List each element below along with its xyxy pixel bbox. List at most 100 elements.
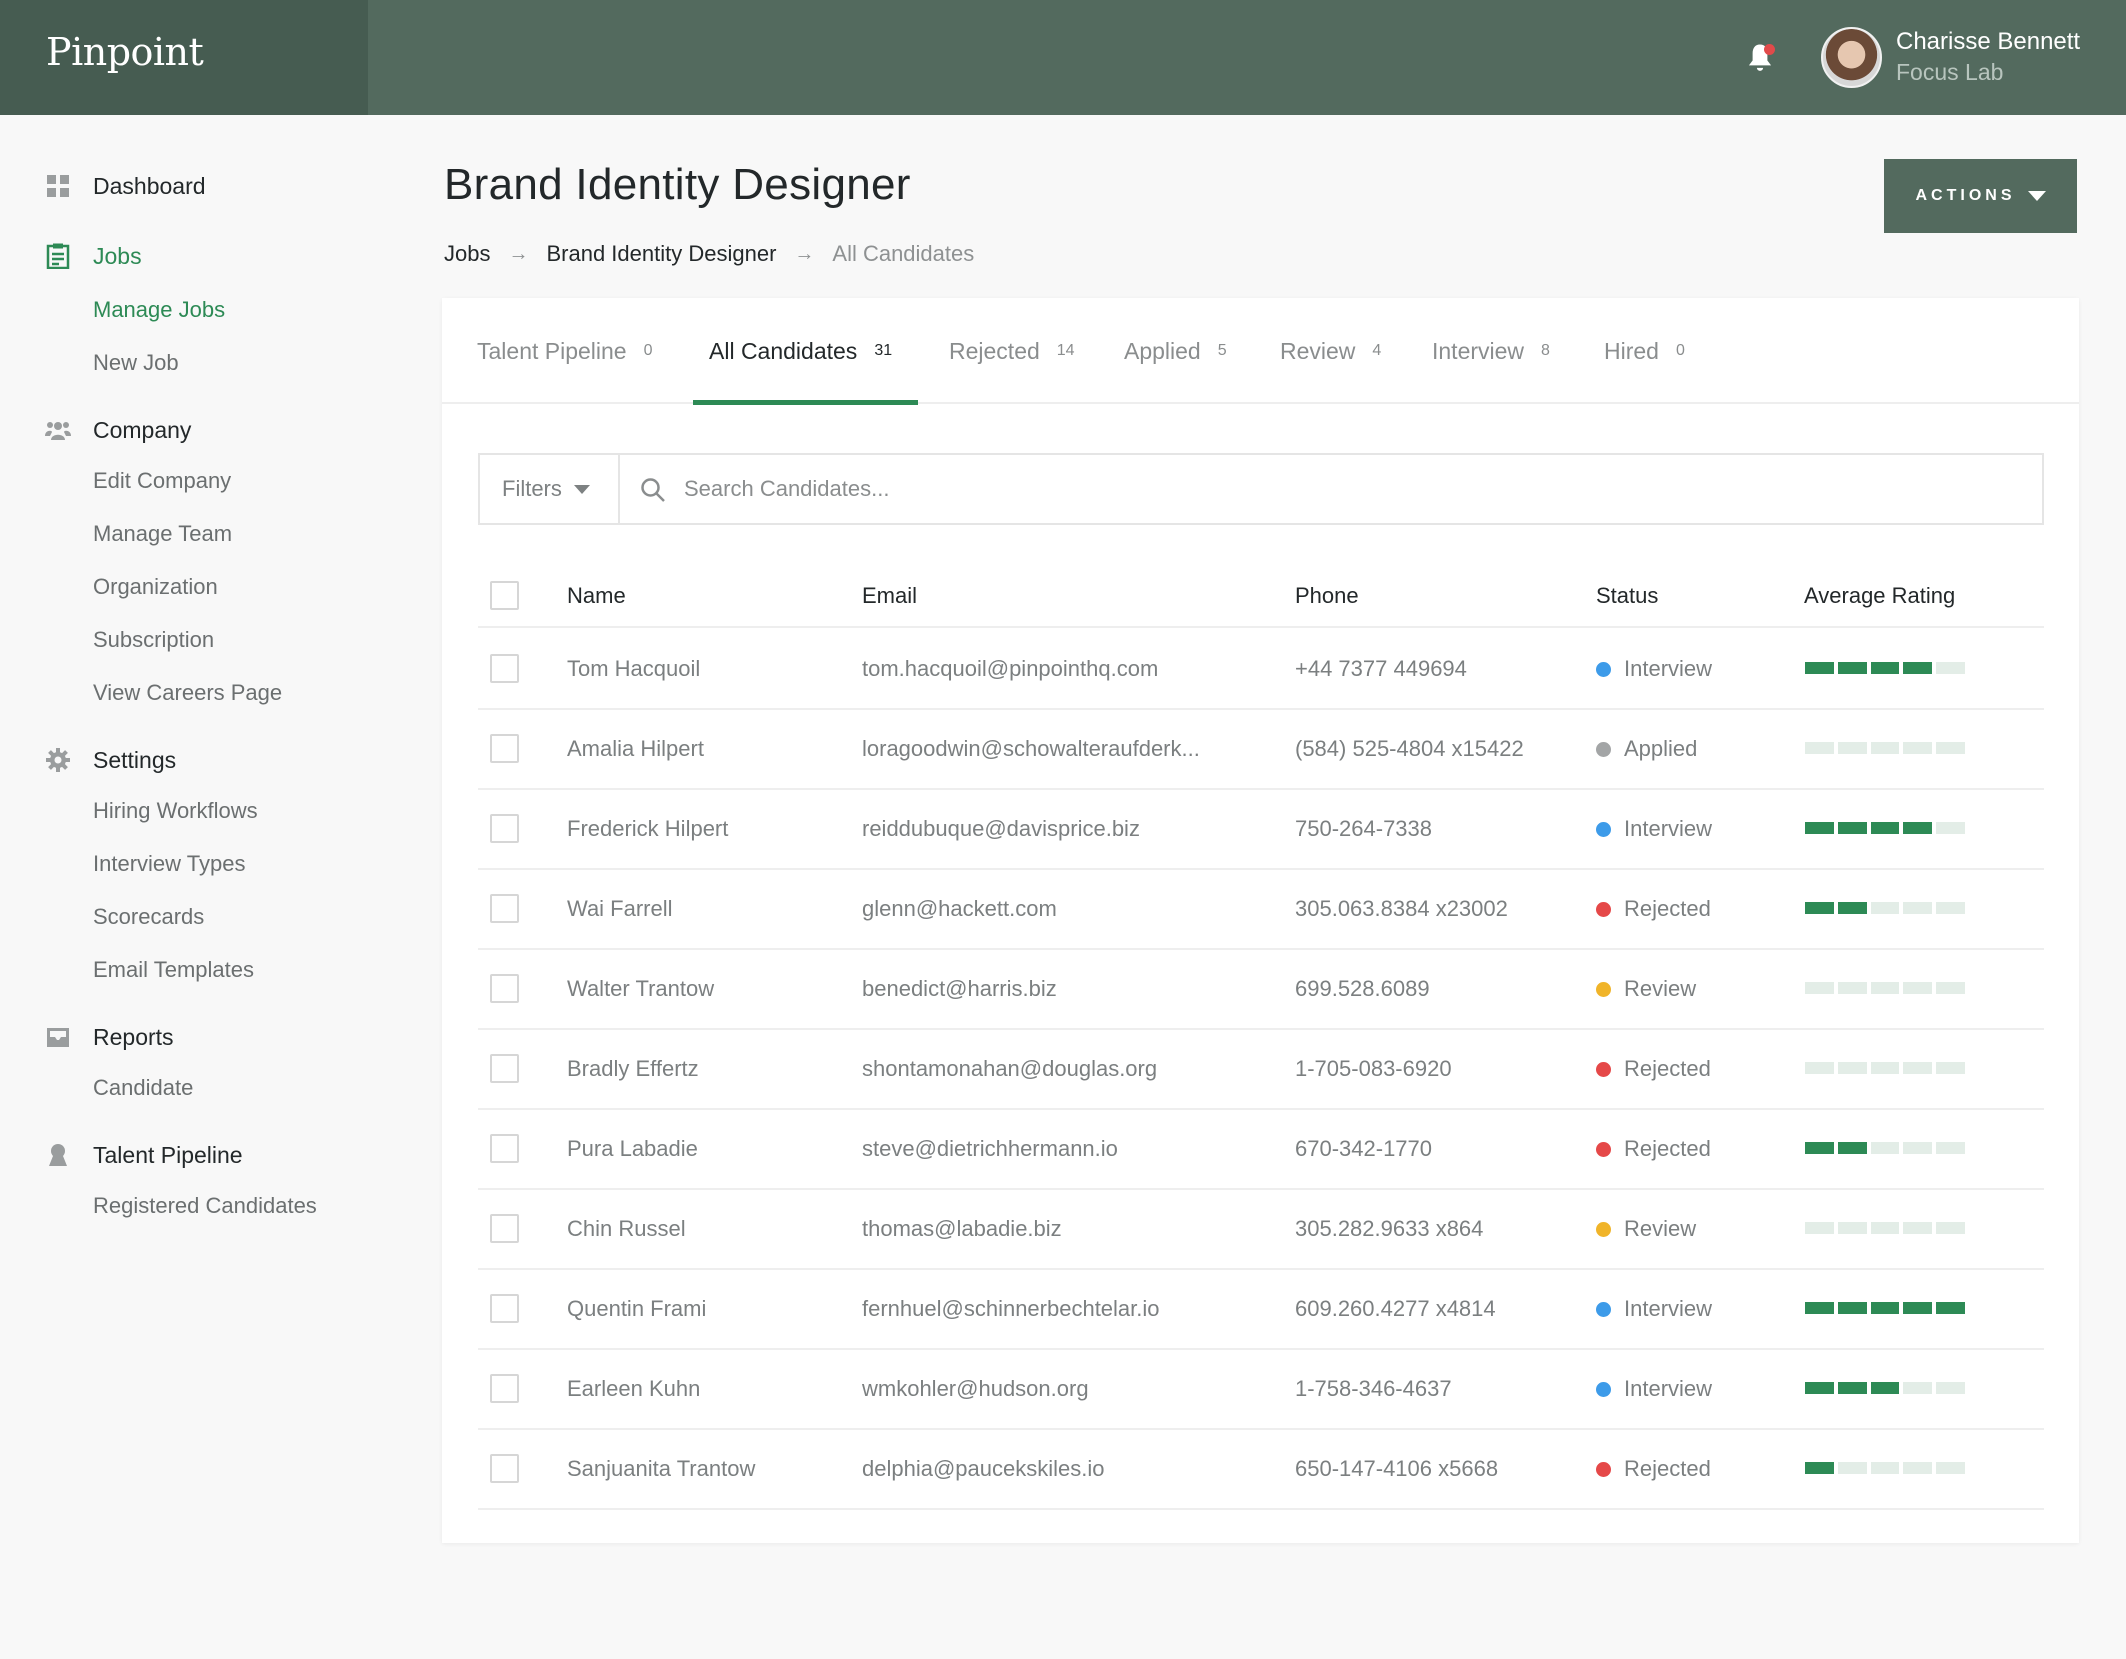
candidate-email[interactable]: tom.hacquoil@pinpointhq.com <box>862 630 1158 708</box>
candidate-name[interactable]: Frederick Hilpert <box>567 790 728 868</box>
table-row[interactable]: Walter Trantow benedict@harris.biz 699.528… <box>478 950 2044 1030</box>
row-checkbox[interactable] <box>490 1134 519 1163</box>
candidate-name[interactable]: Quentin Frami <box>567 1270 706 1348</box>
sidebar-item-reports[interactable]: Reports <box>44 1022 174 1052</box>
sidebar-item-interview-types[interactable]: Interview Types <box>93 851 245 877</box>
row-checkbox[interactable] <box>490 1454 519 1483</box>
column-header-name[interactable]: Name <box>567 564 626 628</box>
tab-rejected[interactable]: Rejected 14 <box>949 298 1075 404</box>
rating-segment <box>1870 1062 1900 1074</box>
candidate-name[interactable]: Earleen Kuhn <box>567 1350 700 1428</box>
sidebar-item-settings[interactable]: Settings <box>44 745 176 775</box>
row-checkbox[interactable] <box>490 1374 519 1403</box>
sidebar-item-manage-team[interactable]: Manage Team <box>93 521 232 547</box>
avatar[interactable] <box>1821 27 1882 88</box>
candidate-email[interactable]: steve@dietrichhermann.io <box>862 1110 1118 1188</box>
search-input[interactable] <box>684 465 2024 513</box>
table-row[interactable]: Sanjuanita Trantow delphia@paucekskiles.i… <box>478 1430 2044 1510</box>
row-checkbox[interactable] <box>490 894 519 923</box>
rating-segment <box>1936 1142 1965 1154</box>
table-row[interactable]: Pura Labadie steve@dietrichhermann.io 670-… <box>478 1110 2044 1190</box>
table-row[interactable]: Frederick Hilpert reiddubuque@davisprice.… <box>478 790 2044 870</box>
rating-segment <box>1936 982 1965 994</box>
filters-label: Filters <box>502 476 562 501</box>
candidate-name[interactable]: Pura Labadie <box>567 1110 698 1188</box>
candidate-email[interactable]: loragoodwin@schowalteraufderk... <box>862 710 1200 788</box>
row-checkbox[interactable] <box>490 654 519 683</box>
select-all-checkbox[interactable] <box>490 581 519 610</box>
sidebar-item-candidate-report[interactable]: Candidate <box>93 1075 193 1101</box>
candidate-email[interactable]: reiddubuque@davisprice.biz <box>862 790 1140 868</box>
average-rating-bar <box>1805 1142 1965 1154</box>
sidebar-item-new-job[interactable]: New Job <box>93 350 179 376</box>
sidebar-item-hiring-workflows[interactable]: Hiring Workflows <box>93 798 258 824</box>
brand-logo[interactable]: Pinpoint <box>46 30 204 74</box>
tab-hired[interactable]: Hired 0 <box>1604 298 1685 404</box>
sidebar-item-edit-company[interactable]: Edit Company <box>93 468 231 494</box>
table-row[interactable]: Tom Hacquoil tom.hacquoil@pinpointhq.com +… <box>478 630 2044 710</box>
actions-button[interactable]: ACTIONS <box>1884 159 2077 233</box>
candidate-email[interactable]: fernhuel@schinnerbechtelar.io <box>862 1270 1160 1348</box>
sidebar-item-company[interactable]: Company <box>44 415 191 445</box>
user-name[interactable]: Charisse Bennett <box>1896 28 2080 56</box>
candidate-email[interactable]: thomas@labadie.biz <box>862 1190 1062 1268</box>
rating-segment <box>1870 982 1900 994</box>
row-checkbox[interactable] <box>490 1294 519 1323</box>
sidebar-item-manage-jobs[interactable]: Manage Jobs <box>93 297 225 323</box>
filters-dropdown[interactable]: Filters <box>480 455 620 523</box>
table-row[interactable]: Earleen Kuhn wmkohler@hudson.org 1-758-346… <box>478 1350 2044 1430</box>
column-header-status[interactable]: Status <box>1596 564 1658 628</box>
column-header-email[interactable]: Email <box>862 564 917 628</box>
tab-label: Review <box>1280 337 1356 364</box>
status-label: Applied <box>1624 736 1698 761</box>
status-label: Rejected <box>1624 1456 1711 1481</box>
row-checkbox[interactable] <box>490 814 519 843</box>
column-header-phone[interactable]: Phone <box>1295 564 1359 628</box>
candidate-email[interactable]: shontamonahan@douglas.org <box>862 1030 1157 1108</box>
candidate-name[interactable]: Walter Trantow <box>567 950 714 1028</box>
row-checkbox[interactable] <box>490 1214 519 1243</box>
candidate-name[interactable]: Sanjuanita Trantow <box>567 1430 755 1508</box>
candidate-name[interactable]: Tom Hacquoil <box>567 630 700 708</box>
candidate-name[interactable]: Amalia Hilpert <box>567 710 704 788</box>
table-row[interactable]: Chin Russel thomas@labadie.biz 305.282.963… <box>478 1190 2044 1270</box>
sidebar-item-jobs[interactable]: Jobs <box>44 241 142 271</box>
average-rating-bar <box>1805 902 1965 914</box>
rating-segment <box>1870 662 1900 674</box>
table-row[interactable]: Wai Farrell glenn@hackett.com 305.063.8384… <box>478 870 2044 950</box>
sidebar-item-dashboard[interactable]: Dashboard <box>44 171 206 201</box>
sidebar-item-email-templates[interactable]: Email Templates <box>93 957 254 983</box>
breadcrumb-jobs[interactable]: Jobs <box>444 241 490 267</box>
sidebar-item-registered-candidates[interactable]: Registered Candidates <box>93 1193 317 1219</box>
column-header-rating[interactable]: Average Rating <box>1804 564 1955 628</box>
table-row[interactable]: Quentin Frami fernhuel@schinnerbechtelar.… <box>478 1270 2044 1350</box>
candidate-name[interactable]: Chin Russel <box>567 1190 686 1268</box>
sidebar-item-subscription[interactable]: Subscription <box>93 627 214 653</box>
table-row[interactable]: Bradly Effertz shontamonahan@douglas.org 1… <box>478 1030 2044 1110</box>
tab-interview[interactable]: Interview 8 <box>1432 298 1550 404</box>
candidate-email[interactable]: delphia@paucekskiles.io <box>862 1430 1104 1508</box>
candidate-email[interactable]: wmkohler@hudson.org <box>862 1350 1089 1428</box>
tab-review[interactable]: Review 4 <box>1280 298 1381 404</box>
sidebar-item-view-careers[interactable]: View Careers Page <box>93 680 282 706</box>
sidebar-item-scorecards[interactable]: Scorecards <box>93 904 204 930</box>
tab-talent-pipeline[interactable]: Talent Pipeline 0 <box>477 298 653 404</box>
row-checkbox[interactable] <box>490 974 519 1003</box>
breadcrumb-job[interactable]: Brand Identity Designer <box>546 241 776 267</box>
tab-all-candidates[interactable]: All Candidates 31 <box>709 298 892 404</box>
candidate-name[interactable]: Bradly Effertz <box>567 1030 699 1108</box>
status-label: Rejected <box>1624 1136 1711 1161</box>
rating-segment <box>1837 822 1867 834</box>
sidebar-item-organization[interactable]: Organization <box>93 574 218 600</box>
brand-area[interactable]: Pinpoint <box>0 0 368 115</box>
row-checkbox[interactable] <box>490 734 519 763</box>
clipboard-icon <box>44 243 71 270</box>
tab-applied[interactable]: Applied 5 <box>1124 298 1227 404</box>
candidate-email[interactable]: glenn@hackett.com <box>862 870 1057 948</box>
table-row[interactable]: Amalia Hilpert loragoodwin@schowalteraufd… <box>478 710 2044 790</box>
sidebar-item-talent-pipeline[interactable]: Talent Pipeline <box>44 1140 243 1170</box>
row-checkbox[interactable] <box>490 1054 519 1083</box>
tab-label: Hired <box>1604 337 1659 364</box>
candidate-name[interactable]: Wai Farrell <box>567 870 673 948</box>
candidate-email[interactable]: benedict@harris.biz <box>862 950 1057 1028</box>
